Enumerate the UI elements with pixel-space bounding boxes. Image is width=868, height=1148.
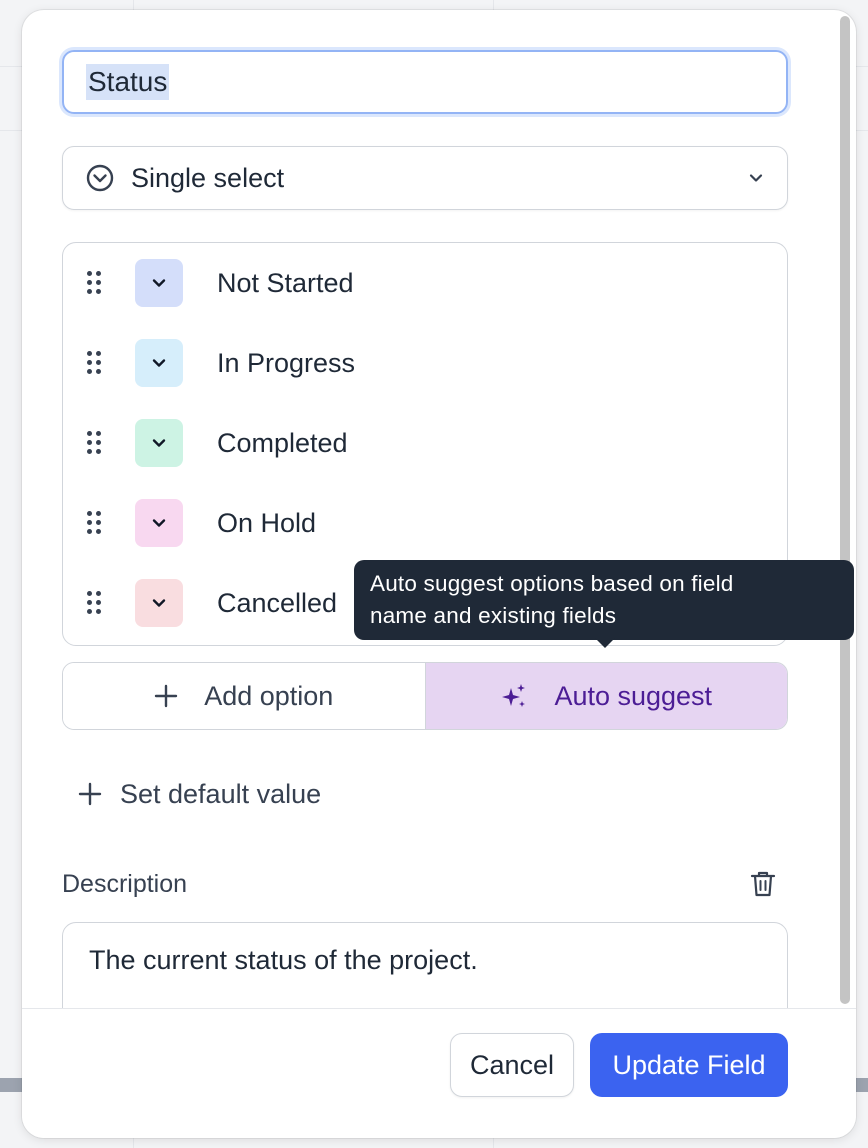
option-color-picker[interactable] (135, 419, 183, 467)
option-row: In Progress (63, 323, 787, 403)
auto-suggest-tooltip: Auto suggest options based on field name… (354, 560, 854, 640)
drag-handle-icon[interactable] (87, 511, 103, 535)
update-field-button[interactable]: Update Field (590, 1033, 788, 1097)
chevron-down-icon (152, 359, 166, 367)
tooltip-line: name and existing fields (370, 603, 617, 628)
option-label[interactable]: Cancelled (217, 588, 337, 619)
option-actions: Add option Auto suggest (62, 662, 788, 730)
chevron-down-icon (152, 279, 166, 287)
chevron-down-icon (152, 599, 166, 607)
auto-suggest-label: Auto suggest (554, 680, 713, 711)
option-label[interactable]: In Progress (217, 348, 355, 379)
option-color-picker[interactable] (135, 259, 183, 307)
cancel-button[interactable]: Cancel (450, 1033, 574, 1097)
scrollbar-thumb[interactable] (840, 16, 850, 1004)
set-default-value-button[interactable]: Set default value (78, 772, 321, 816)
field-type-select[interactable]: Single select (62, 146, 788, 210)
option-label[interactable]: Not Started (217, 268, 354, 299)
scrollbar[interactable] (836, 14, 850, 1009)
option-color-picker[interactable] (135, 579, 183, 627)
chevron-down-icon (749, 174, 763, 182)
drag-handle-icon[interactable] (87, 431, 103, 455)
drag-handle-icon[interactable] (87, 271, 103, 295)
field-name-value: Status (86, 64, 170, 100)
drag-handle-icon[interactable] (87, 351, 103, 375)
drag-handle-icon[interactable] (87, 591, 103, 615)
add-option-label: Add option (204, 680, 334, 711)
plus-icon (78, 782, 102, 806)
chevron-down-icon (152, 439, 166, 447)
sparkles-icon (502, 684, 526, 707)
field-type-label: Single select (131, 162, 285, 193)
option-row: On Hold (63, 483, 787, 563)
option-color-picker[interactable] (135, 499, 183, 547)
set-default-value-label: Set default value (120, 778, 322, 809)
tooltip-arrow (595, 638, 615, 648)
trash-icon[interactable] (750, 870, 776, 898)
auto-suggest-button[interactable]: Auto suggest (425, 663, 787, 729)
option-label[interactable]: Completed (217, 428, 348, 459)
chevron-down-icon (152, 519, 166, 527)
option-label[interactable]: On Hold (217, 508, 316, 539)
description-label: Description (62, 870, 188, 898)
plus-icon (154, 684, 178, 708)
description-value: The current status of the project. (89, 945, 478, 975)
option-color-picker[interactable] (135, 339, 183, 387)
dialog-footer: Cancel Update Field (22, 1008, 856, 1138)
option-row: Not Started (63, 243, 787, 323)
circle-chevron-icon (86, 164, 114, 192)
tooltip-line: Auto suggest options based on field (370, 571, 734, 596)
field-name-input[interactable]: Status (62, 50, 788, 114)
edit-field-dialog: Status Single select Not Started In Progr… (22, 10, 856, 1138)
add-option-button[interactable]: Add option (63, 663, 426, 729)
option-row: Completed (63, 403, 787, 483)
